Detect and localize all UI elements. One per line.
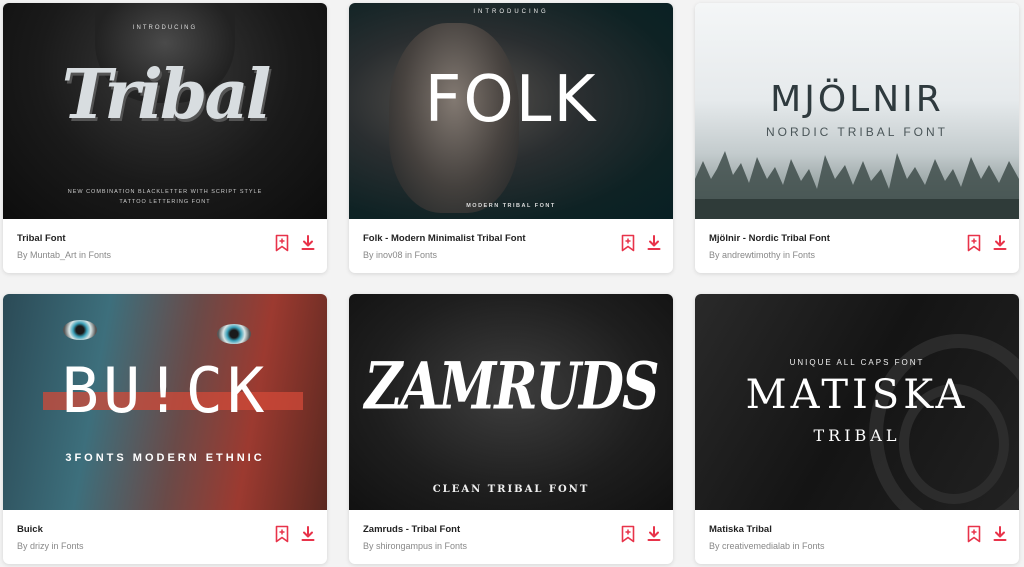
thumbnail-font-name: MATISKA [745,372,969,418]
card-actions [967,234,1007,252]
font-card-tribal[interactable]: INTRODUCING Tribal NEW COMBINATION BLACK… [3,3,327,273]
font-card-folk[interactable]: INTRODUCING FOLK MODERN TRIBAL FONT Folk… [349,3,673,273]
card-thumbnail[interactable]: INTRODUCING FOLK MODERN TRIBAL FONT [349,3,673,219]
thumbnail-intro-text: UNIQUE ALL CAPS FONT [789,358,925,367]
thumbnail-font-name: ZAMRUDS [364,348,659,425]
thumbnail-forest-illustration [695,151,1019,219]
font-card-matiska[interactable]: UNIQUE ALL CAPS FONT MATISKA TRIBAL Mati… [695,294,1019,564]
card-actions [275,525,315,543]
bookmark-plus-icon[interactable] [275,234,289,252]
thumbnail-intro-text: INTRODUCING [132,25,198,31]
card-footer: Matiska Tribal By creativemedialab in Fo… [695,510,1019,564]
thumbnail-subtitle: CLEAN TRIBAL FONT [432,484,590,495]
card-actions [621,234,661,252]
card-actions [967,525,1007,543]
thumbnail-font-name: FOLK [424,63,598,137]
thumbnail-eye-left [63,320,97,340]
card-thumbnail[interactable]: ZAMRUDS CLEAN TRIBAL FONT [349,294,673,510]
download-icon[interactable] [647,525,661,543]
card-actions [275,234,315,252]
card-actions [621,525,661,543]
bookmark-plus-icon[interactable] [621,525,635,543]
card-thumbnail[interactable]: INTRODUCING Tribal NEW COMBINATION BLACK… [3,3,327,219]
font-card-zamruds[interactable]: ZAMRUDS CLEAN TRIBAL FONT Zamruds - Trib… [349,294,673,564]
download-icon[interactable] [993,234,1007,252]
bookmark-plus-icon[interactable] [621,234,635,252]
thumbnail-subtitle: TRIBAL [813,426,901,445]
font-card-buick[interactable]: BU!CK 3FONTS MODERN ETHNIC Buick By driz… [3,294,327,564]
thumbnail-subtitle: NEW COMBINATION BLACKLETTER WITH SCRIPT … [3,187,327,207]
thumbnail-font-name: Tribal [61,55,272,135]
thumbnail-subtitle: 3FONTS MODERN ETHNIC [65,452,265,464]
download-icon[interactable] [301,525,315,543]
thumbnail-subtitle: MODERN TRIBAL FONT [466,203,556,209]
download-icon[interactable] [301,234,315,252]
thumbnail-font-name: MJÖLNIR [770,79,944,120]
card-footer: Zamruds - Tribal Font By shirongampus in… [349,510,673,564]
thumbnail-eye-right [217,324,251,344]
bookmark-plus-icon[interactable] [275,525,289,543]
thumbnail-subtitle: NORDIC TRIBAL FONT [765,125,948,139]
card-footer: Buick By drizy in Fonts [3,510,327,564]
card-thumbnail[interactable]: BU!CK 3FONTS MODERN ETHNIC [3,294,327,510]
thumbnail-font-name: BU!CK [61,354,269,427]
thumbnail-subtitle-line1: NEW COMBINATION BLACKLETTER WITH SCRIPT … [67,189,263,195]
card-thumbnail[interactable]: UNIQUE ALL CAPS FONT MATISKA TRIBAL [695,294,1019,510]
card-footer: Folk - Modern Minimalist Tribal Font By … [349,219,673,273]
download-icon[interactable] [993,525,1007,543]
font-card-mjolnir[interactable]: MJÖLNIR NORDIC TRIBAL FONT Mjölnir - Nor… [695,3,1019,273]
download-icon[interactable] [647,234,661,252]
thumbnail-intro-text: INTRODUCING [473,9,549,15]
thumbnail-subtitle-line2: TATTOO LETTERING FONT [119,199,211,205]
card-thumbnail[interactable]: MJÖLNIR NORDIC TRIBAL FONT [695,3,1019,219]
card-footer: Mjölnir - Nordic Tribal Font By andrewti… [695,219,1019,273]
card-footer: Tribal Font By Muntab_Art in Fonts [3,219,327,273]
bookmark-plus-icon[interactable] [967,525,981,543]
bookmark-plus-icon[interactable] [967,234,981,252]
